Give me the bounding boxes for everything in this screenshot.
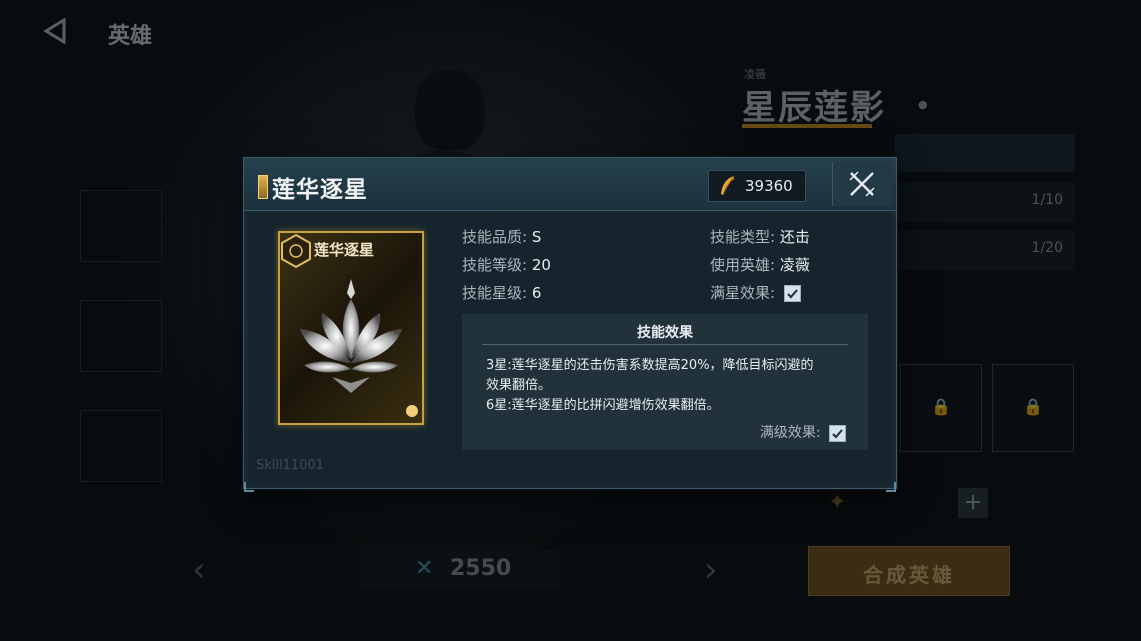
skill-effect-panel: 技能效果 3星:莲华逐星的还击伤害系数提高20%，降低目标闪避的 效果翻倍。 6… [462, 314, 868, 450]
check-icon [787, 289, 798, 299]
level-row: 技能等级: 20 [462, 256, 551, 274]
fullstar-row: 满星效果: [710, 282, 801, 303]
corner-decoration [886, 482, 896, 492]
effect-line-1: 3星:莲华逐星的还击伤害系数提高20%，降低目标闪避的 [486, 358, 814, 373]
star-row: 技能星级: 6 [462, 284, 542, 302]
skill-emblem-icon [281, 233, 311, 269]
effect-divider [482, 344, 848, 345]
level-value: 20 [531, 256, 551, 274]
card-title: 莲华逐星 [314, 241, 375, 259]
skill-id: Skill11001 [256, 458, 324, 473]
maxlevel-row: 满级效果: [760, 422, 846, 442]
check-icon [832, 428, 843, 438]
effect-line-2: 效果翻倍。 [486, 378, 552, 393]
hero-row: 使用英雄: 凌薇 [710, 256, 810, 274]
feather-icon [721, 175, 735, 196]
card-gem-icon [406, 405, 418, 417]
title-accent [258, 175, 268, 199]
skill-detail-modal: 莲华逐星 39360 莲华逐星 技能品质: S 技能等级: 20 技能星级: 6… [243, 157, 897, 492]
currency-display: 39360 [708, 170, 806, 202]
currency-value: 39360 [745, 177, 793, 195]
effect-heading: 技能效果 [637, 325, 693, 341]
corner-decoration [244, 482, 254, 492]
fullstar-checkbox[interactable] [783, 285, 801, 302]
maxlevel-checkbox[interactable] [829, 424, 846, 442]
star-value: 6 [531, 284, 542, 302]
hero-value: 凌薇 [779, 256, 810, 274]
type-row: 技能类型: 还击 [710, 228, 810, 246]
modal-header: 莲华逐星 39360 [244, 158, 896, 211]
skill-card: 莲华逐星 [278, 231, 424, 425]
type-value: 还击 [779, 228, 810, 246]
quality-row: 技能品质: S [462, 228, 542, 246]
modal-title: 莲华逐星 [272, 176, 368, 203]
quality-value: S [531, 228, 542, 246]
close-button[interactable] [832, 162, 891, 206]
modal-body: 莲华逐星 技能品质: S 技能等级: 20 技能星级: 6 技能类型: 还击 使… [248, 212, 892, 484]
effect-line-3: 6星:莲华逐星的比拼闪避增伤效果翻倍。 [486, 398, 720, 413]
lotus-icon [300, 279, 402, 393]
close-icon [849, 171, 875, 197]
